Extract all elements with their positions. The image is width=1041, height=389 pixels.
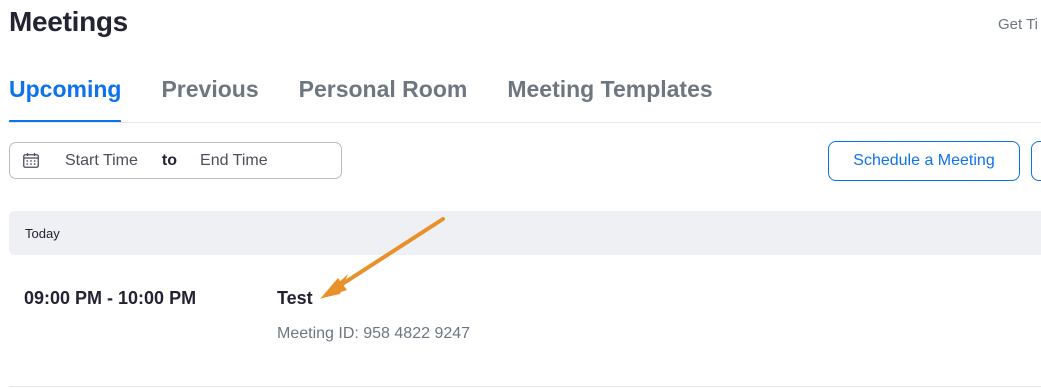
annotation-arrow-icon (320, 217, 445, 299)
meeting-id: Meeting ID: 958 4822 9247 (277, 325, 471, 342)
date-range-picker[interactable]: Start Time to End Time (9, 142, 342, 179)
day-label: Today (25, 225, 60, 241)
range-to-label: to (161, 151, 178, 169)
schedule-meeting-button[interactable]: Schedule a Meeting (828, 141, 1020, 181)
tab-upcoming[interactable]: Upcoming (9, 76, 122, 124)
calendar-icon (23, 153, 39, 168)
row-divider (9, 386, 1041, 387)
end-time-field[interactable]: End Time (200, 152, 268, 170)
meeting-time: 09:00 PM - 10:00 PM (24, 288, 197, 308)
tab-personal-room[interactable]: Personal Room (299, 76, 468, 124)
tab-previous[interactable]: Previous (161, 76, 258, 124)
page-title: Meetings (9, 6, 128, 37)
get-link-partial[interactable]: Get Ti (998, 16, 1038, 33)
tabs-divider (9, 122, 1041, 123)
tab-bar: Upcoming Previous Personal Room Meeting … (9, 76, 753, 124)
start-time-field[interactable]: Start Time (65, 152, 138, 170)
day-group-header: Today (9, 211, 1041, 255)
secondary-action-button-partial[interactable] (1031, 141, 1041, 181)
tab-meeting-templates[interactable]: Meeting Templates (507, 76, 712, 124)
